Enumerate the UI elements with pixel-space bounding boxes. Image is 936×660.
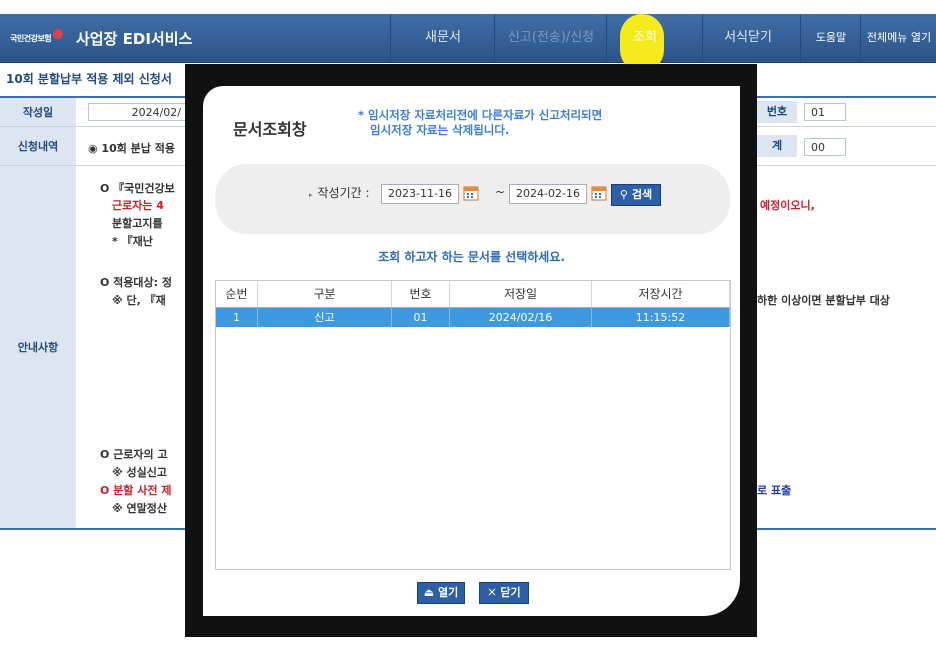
cell-seq: 1 bbox=[216, 308, 258, 327]
written-date-label: 작성일 bbox=[0, 98, 76, 126]
nav-open-all-menu[interactable]: 전체메뉴 열기 bbox=[860, 14, 936, 62]
select-document-prompt: 조회 하고자 하는 문서를 선택하세요. bbox=[378, 250, 565, 264]
table-row[interactable]: 1 신고 01 2024/02/16 11:15:52 bbox=[216, 308, 730, 327]
column-header-seq[interactable]: 순번 bbox=[216, 281, 258, 307]
logo-mark-icon bbox=[53, 29, 64, 39]
app-title: 사업장 EDI서비스 bbox=[76, 30, 193, 48]
top-navigation-bar: 국민건강보험 사업장 EDI서비스 새문서 신고(전송)/신청 조회 서식닫기 … bbox=[0, 14, 936, 72]
date-from-input[interactable]: 2023-11-16 bbox=[381, 184, 459, 204]
search-panel: ▸ 작성기간 : 2023-11-16 ~ 2024-02-16 ⚲ 검색 bbox=[215, 164, 730, 234]
notice-line: O 적용대상: 정 bbox=[100, 276, 173, 289]
notice-line: O 분할 사전 제 bbox=[100, 484, 172, 497]
document-search-dialog: 문서조회창 * 임시저장 자료처리전에 다른자료가 신고처리되면 임시저장 자료… bbox=[203, 86, 740, 616]
notice-line: 근로자는 4 bbox=[112, 199, 164, 212]
date-range-separator: ~ bbox=[495, 185, 506, 199]
notice-line: ※ 연말정산 bbox=[112, 502, 168, 515]
open-button[interactable]: ⏏ 열기 bbox=[417, 582, 465, 604]
grid-header: 순번 구분 번호 저장일 저장시간 bbox=[216, 281, 730, 308]
number-field[interactable]: 01 bbox=[804, 103, 846, 121]
close-button[interactable]: ✕ 닫기 bbox=[479, 582, 529, 604]
top-gap bbox=[0, 0, 936, 14]
notice-label: 안내사항 bbox=[0, 166, 76, 528]
notice-line: ※ 단, 『재 bbox=[112, 294, 166, 307]
cell-save-date: 2024/02/16 bbox=[450, 308, 592, 327]
notice-line: ※ 성실신고 bbox=[112, 466, 168, 479]
temp-save-notice: * 임시저장 자료처리전에 다른자료가 신고처리되면 임시저장 자료는 삭제됩니… bbox=[358, 108, 602, 138]
nav-help[interactable]: 도움말 bbox=[800, 14, 861, 62]
date-to-input[interactable]: 2024-02-16 bbox=[509, 184, 587, 204]
request-label: 신청내역 bbox=[0, 127, 76, 165]
cell-save-time: 11:15:52 bbox=[592, 308, 730, 327]
notice-line: O 근로자의 고 bbox=[100, 448, 168, 461]
dialog-title: 문서조회창 bbox=[233, 120, 307, 139]
bullet-icon: ▸ bbox=[309, 191, 313, 199]
number-label: 번호 bbox=[757, 101, 797, 123]
notice-line: 로 표출 bbox=[757, 484, 792, 497]
cell-type: 신고 bbox=[258, 308, 392, 327]
column-header-type[interactable]: 구분 bbox=[258, 281, 392, 307]
period-label: ▸ 작성기간 : bbox=[309, 186, 370, 200]
nav-close-form[interactable]: 서식닫기 bbox=[702, 14, 793, 62]
page-title: 10회 분할납부 적용 제외 신청서 bbox=[6, 72, 172, 86]
temp-save-notice-line: 임시저장 자료는 삭제됩니다. bbox=[370, 123, 510, 137]
column-header-save-date[interactable]: 저장일 bbox=[450, 281, 592, 307]
column-header-save-time[interactable]: 저장시간 bbox=[592, 281, 730, 307]
calendar-icon[interactable] bbox=[463, 185, 479, 201]
notice-line: 예정이오니, bbox=[760, 199, 815, 212]
nhis-logo[interactable]: 국민건강보험 bbox=[10, 29, 64, 46]
logo-text: 국민건강보험 bbox=[10, 33, 52, 43]
search-button[interactable]: ⚲ 검색 bbox=[611, 184, 661, 206]
magnifier-icon: ⚲ bbox=[619, 188, 628, 201]
count-label: 계 bbox=[757, 135, 797, 157]
close-icon: ✕ bbox=[487, 586, 497, 599]
cell-number: 01 bbox=[392, 308, 450, 327]
request-option-radio[interactable]: ◉ 10회 분납 적용 bbox=[88, 140, 175, 156]
nav-report-submit[interactable]: 신고(전송)/신청 bbox=[494, 14, 607, 62]
temp-save-notice-line: * 임시저장 자료처리전에 다른자료가 신고처리되면 bbox=[358, 108, 603, 122]
saved-document-grid: 순번 구분 번호 저장일 저장시간 1 신고 01 2024/02/16 11:… bbox=[215, 280, 731, 570]
notice-line: * 『재난 bbox=[112, 235, 153, 248]
notice-line: 분할고지를 bbox=[112, 217, 163, 230]
nav-inquiry[interactable]: 조회 bbox=[606, 14, 683, 62]
notice-line: O 『국민건강보 bbox=[100, 182, 175, 195]
open-folder-icon: ⏏ bbox=[423, 586, 435, 599]
calendar-icon[interactable] bbox=[591, 185, 607, 201]
count-field[interactable]: 00 bbox=[804, 138, 846, 156]
written-date-field[interactable]: 2024/02/ bbox=[88, 103, 188, 121]
column-header-number[interactable]: 번호 bbox=[392, 281, 450, 307]
nav-new-document[interactable]: 새문서 bbox=[390, 14, 495, 62]
notice-line: 하한 이상이면 분할납부 대상 bbox=[757, 294, 890, 307]
